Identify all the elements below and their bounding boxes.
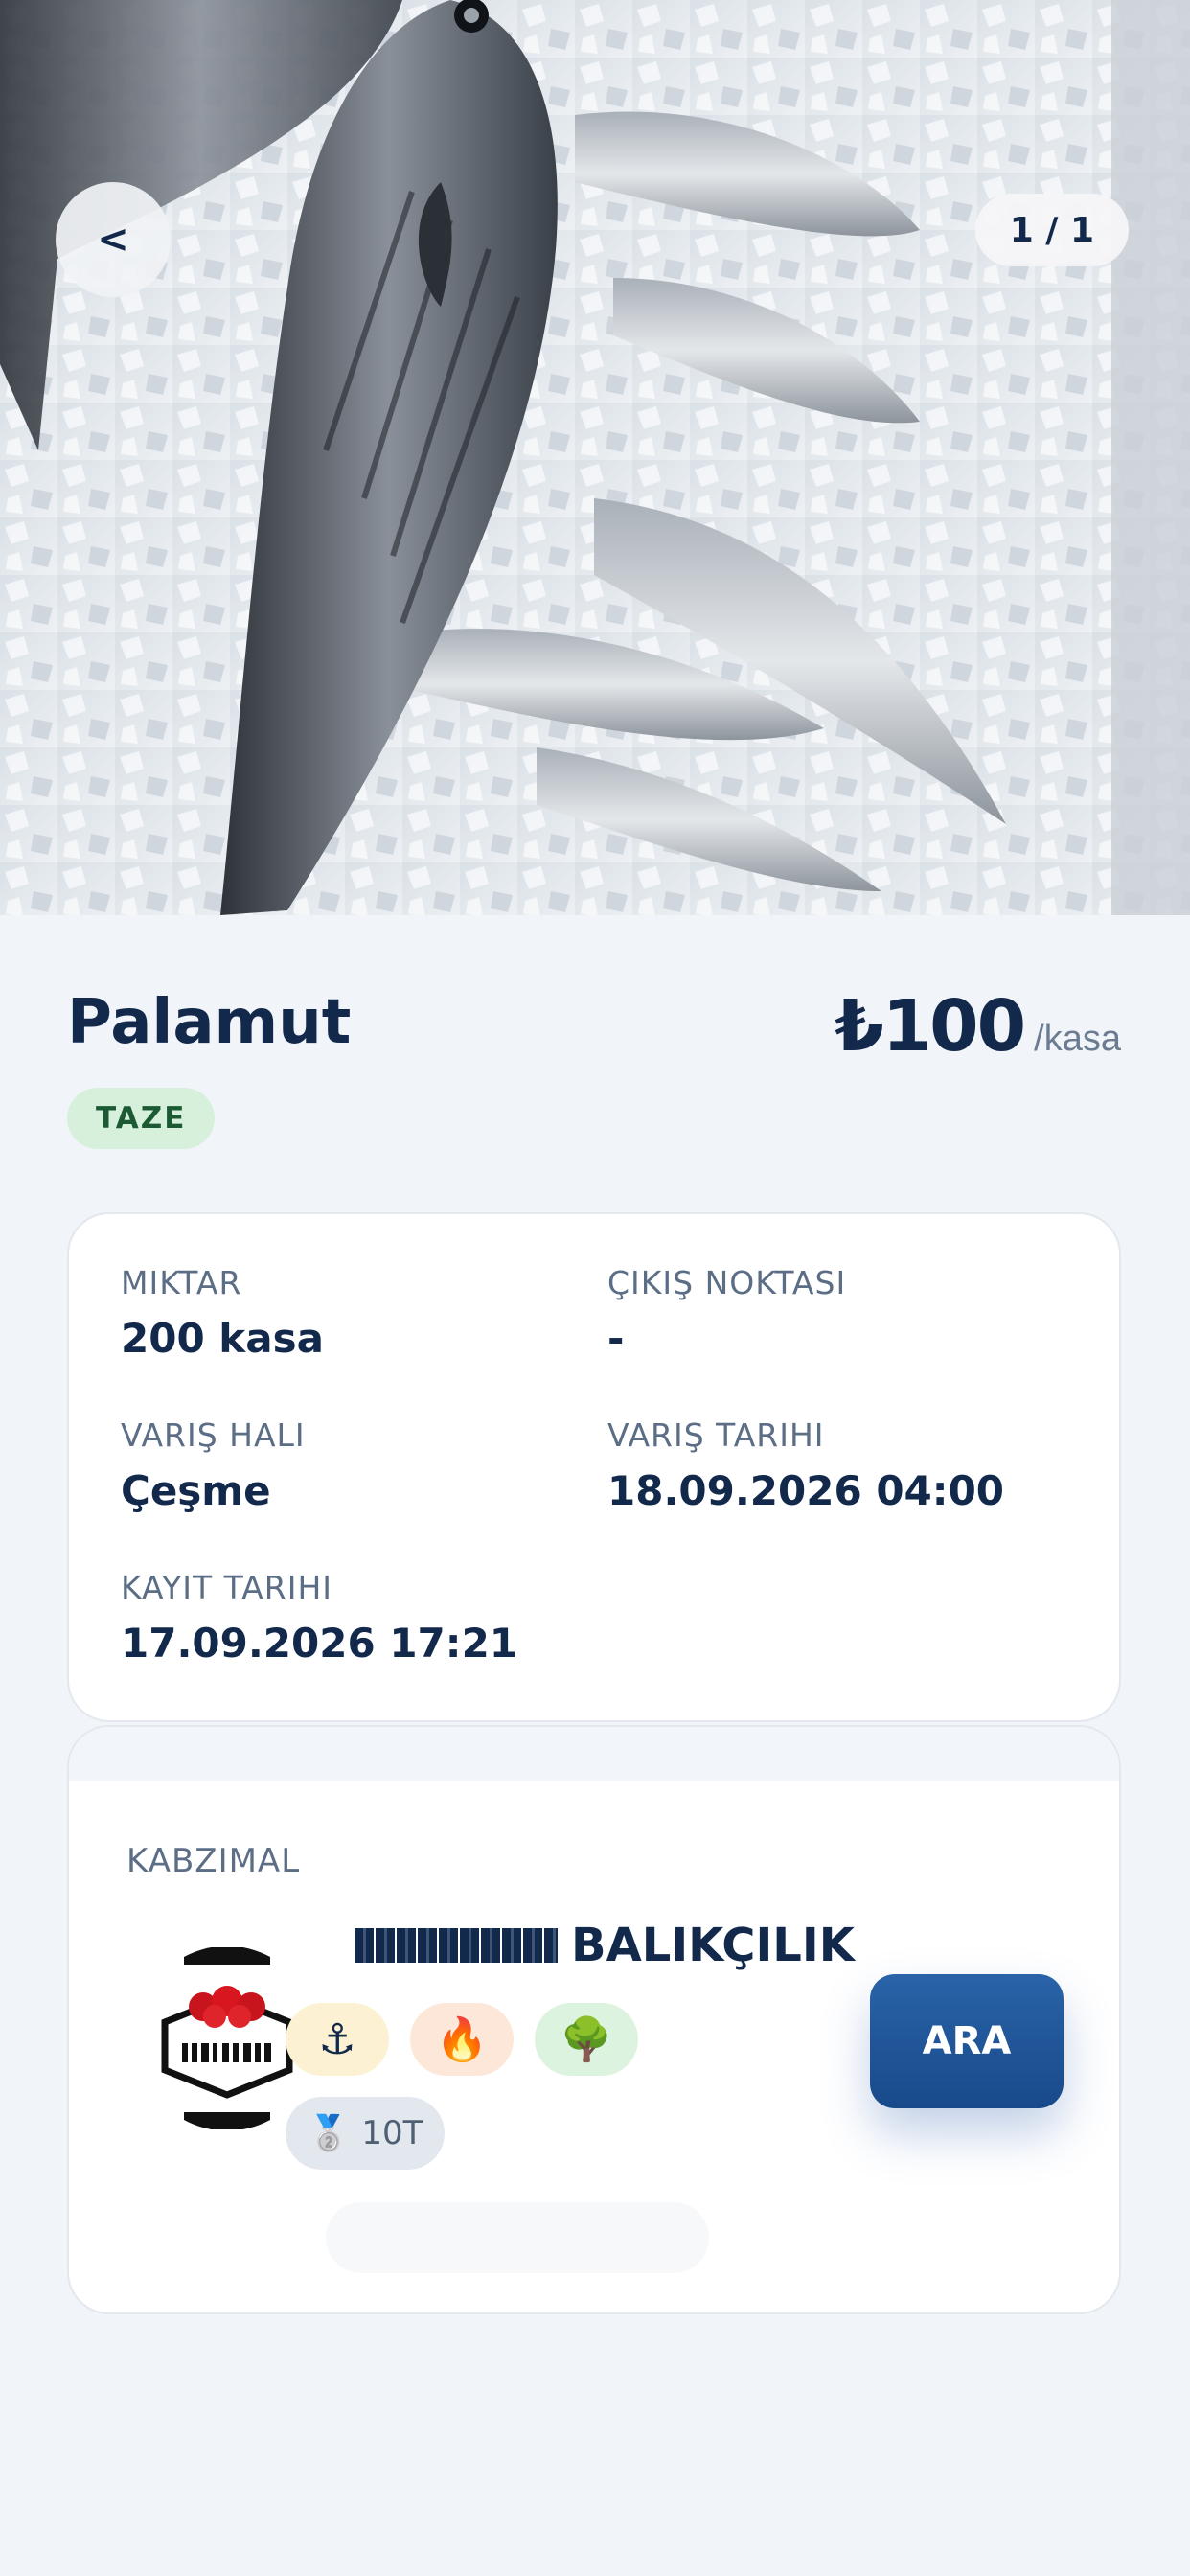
image-counter: 1 / 1: [974, 194, 1129, 266]
freshness-badge: TAZE: [67, 1088, 216, 1149]
level-badge: 🥈 10T: [286, 2097, 445, 2170]
origin-label: ÇIKIŞ NOKTASI: [607, 1264, 847, 1301]
arrival-market-field: VARIŞ HALI Çeşme: [121, 1416, 306, 1514]
origin-value: -: [607, 1315, 625, 1362]
product-title: Palamut: [67, 987, 352, 1058]
price-amount: ₺100: [835, 985, 1026, 1068]
dealer-name-suffix: BALIKÇILIK: [571, 1919, 855, 1972]
record-date-value: 17.09.2026 17:21: [121, 1620, 518, 1667]
price-unit: /kasa: [1034, 1019, 1121, 1059]
dealer-name[interactable]: BALIKÇILIK: [355, 1919, 855, 1972]
dealer-section-label: KABZIMAL: [126, 1842, 301, 1880]
record-date-field: KAYIT TARIHI 17.09.2026 17:21: [121, 1569, 517, 1667]
anchor-badge: ⚓: [286, 2003, 389, 2076]
anchor-icon: ⚓: [318, 2015, 356, 2063]
tree-icon: 🌳: [560, 2016, 613, 2063]
fire-icon: 🔥: [435, 2016, 489, 2063]
quantity-field: MIKTAR 200 kasa: [121, 1264, 324, 1362]
card-top-strip: [69, 1727, 1119, 1781]
arrival-date-value: 18.09.2026 04:00: [607, 1467, 1005, 1514]
quantity-value: 200 kasa: [121, 1315, 324, 1362]
silver-medal-icon: 🥈: [307, 2114, 351, 2153]
price: ₺100 /kasa: [835, 985, 1121, 1068]
redacted-name-part: [355, 1928, 558, 1963]
fire-badge: 🔥: [410, 2003, 514, 2076]
level-text: 10T: [361, 2114, 423, 2152]
product-photo[interactable]: < 1 / 1: [0, 0, 1190, 915]
arrival-market-label: VARIŞ HALI: [121, 1416, 306, 1454]
back-button[interactable]: <: [56, 182, 171, 297]
details-card: MIKTAR 200 kasa ÇIKIŞ NOKTASI - VARIŞ HA…: [67, 1212, 1121, 1722]
arrival-date-label: VARIŞ TARIHI: [607, 1416, 825, 1454]
arrival-market-value: Çeşme: [121, 1467, 271, 1514]
chevron-left-icon: <: [97, 218, 129, 262]
arrival-date-field: VARIŞ TARIHI 18.09.2026 04:00: [607, 1416, 1004, 1514]
faint-placeholder: [326, 2202, 709, 2273]
call-button[interactable]: ARA: [870, 1974, 1064, 2108]
record-date-label: KAYIT TARIHI: [121, 1569, 332, 1606]
origin-field: ÇIKIŞ NOKTASI -: [607, 1264, 846, 1362]
quantity-label: MIKTAR: [121, 1264, 242, 1301]
tree-badge: 🌳: [535, 2003, 638, 2076]
fish-on-ice-photo: [0, 0, 1190, 915]
